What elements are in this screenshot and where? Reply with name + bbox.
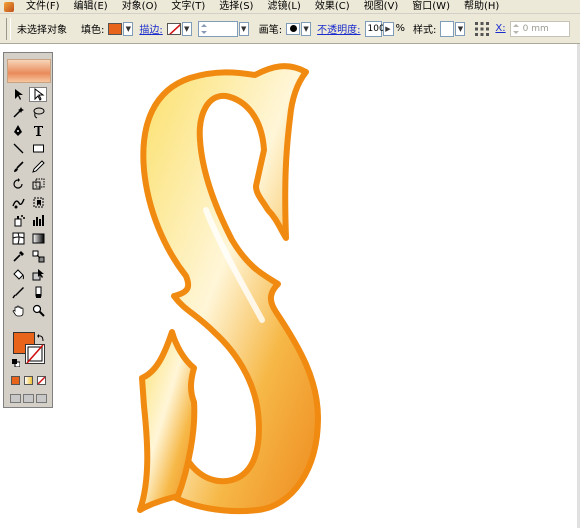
- x-position-input[interactable]: 0 mm: [509, 20, 570, 37]
- fill-dropdown-button[interactable]: ▼: [123, 21, 134, 36]
- stroke-weight-stepper[interactable]: [197, 20, 208, 37]
- menu-type[interactable]: 文字(T): [163, 0, 211, 14]
- mesh-tool-icon[interactable]: [9, 231, 27, 246]
- graphic-style-swatch[interactable]: [440, 20, 455, 37]
- stepper-arrows-icon: [200, 23, 207, 34]
- opacity-slider-button[interactable]: ▶: [382, 21, 394, 36]
- slice-tool-icon[interactable]: [9, 285, 27, 300]
- symbol-sprayer-tool-icon[interactable]: [9, 213, 27, 228]
- direct-selection-tool-icon[interactable]: [29, 87, 47, 102]
- default-fill-stroke-icon[interactable]: [12, 357, 21, 368]
- column-graph-tool-icon[interactable]: [29, 213, 47, 228]
- control-bar-grip[interactable]: [6, 17, 11, 40]
- reference-point-icon[interactable]: [475, 21, 490, 36]
- menu-effect[interactable]: 效果(C): [307, 0, 356, 14]
- none-slash-icon: [38, 377, 45, 384]
- rotate-tool-icon[interactable]: [9, 177, 27, 192]
- eraser-tool-icon[interactable]: [29, 285, 47, 300]
- zoom-tool-icon[interactable]: [29, 303, 47, 318]
- opacity-input[interactable]: 100: [364, 20, 385, 37]
- brush-label: 画笔:: [258, 25, 283, 36]
- x-stepper-arrows-icon: [512, 23, 519, 34]
- brush-dropdown-button[interactable]: ▼: [301, 21, 312, 36]
- graphic-style-dropdown[interactable]: ▼: [455, 21, 466, 36]
- scale-tool-icon[interactable]: [29, 177, 47, 192]
- gradient-mode-button[interactable]: [24, 376, 33, 385]
- line-segment-tool-icon[interactable]: [9, 141, 27, 156]
- brush-dot-icon: [289, 25, 297, 32]
- blend-tool-icon[interactable]: [29, 249, 47, 264]
- lasso-tool-icon[interactable]: [29, 105, 47, 120]
- menu-filter[interactable]: 滤镜(L): [259, 0, 306, 14]
- hand-tool-icon[interactable]: [9, 303, 27, 318]
- standard-screen-mode-button[interactable]: [10, 394, 21, 403]
- app-logo-icon: [4, 1, 14, 12]
- eyedropper-tool-icon[interactable]: [9, 249, 27, 264]
- stroke-color-box[interactable]: [25, 344, 45, 364]
- tools-panel: [3, 52, 53, 408]
- stroke-label-link[interactable]: 描边:: [139, 21, 162, 36]
- pen-tool-icon[interactable]: [9, 123, 27, 138]
- stroke-weight-dropdown[interactable]: ▼: [238, 21, 249, 36]
- live-paint-bucket-tool-icon[interactable]: [9, 267, 27, 282]
- x-position-label-link[interactable]: X:: [495, 23, 505, 34]
- stroke-swatch[interactable]: [166, 22, 181, 35]
- stroke-dropdown-button[interactable]: ▼: [181, 21, 192, 36]
- gradient-tool-icon[interactable]: [29, 231, 47, 246]
- style-label: 样式:: [413, 25, 437, 36]
- selection-tool-icon[interactable]: [9, 87, 27, 102]
- swap-fill-stroke-icon[interactable]: [37, 332, 45, 342]
- no-stroke-icon: [168, 23, 180, 34]
- type-tool-icon[interactable]: [29, 123, 47, 138]
- menu-view[interactable]: 视图(V): [356, 0, 405, 14]
- fill-swatch[interactable]: [108, 22, 123, 35]
- color-mode-button[interactable]: [11, 376, 20, 385]
- pencil-tool-icon[interactable]: [29, 159, 47, 174]
- magic-wand-tool-icon[interactable]: [9, 105, 27, 120]
- opacity-label-link[interactable]: 不透明度:: [317, 21, 360, 36]
- full-screen-menu-mode-button[interactable]: [23, 394, 34, 403]
- menu-object[interactable]: 对象(O): [114, 0, 164, 14]
- warp-tool-icon[interactable]: [9, 195, 27, 210]
- x-position-value: 0 mm: [522, 23, 549, 34]
- opacity-unit: %: [395, 23, 406, 34]
- stroke-weight-input[interactable]: [207, 20, 238, 37]
- free-transform-tool-icon[interactable]: [29, 195, 47, 210]
- menu-file[interactable]: 文件(F): [18, 0, 66, 14]
- menu-select[interactable]: 选择(S): [211, 0, 259, 14]
- paintbrush-tool-icon[interactable]: [9, 159, 27, 174]
- rectangle-tool-icon[interactable]: [29, 141, 47, 156]
- selection-status: 未选择对象: [17, 25, 67, 36]
- menu-bar: 文件(F) 编辑(E) 对象(O) 文字(T) 选择(S) 滤镜(L) 效果(C…: [0, 0, 580, 14]
- stroke-none-slash-icon: [26, 344, 44, 364]
- none-mode-button[interactable]: [37, 376, 46, 385]
- menu-window[interactable]: 窗口(W): [404, 0, 456, 14]
- brush-swatch[interactable]: [286, 22, 301, 35]
- toolbox-logo-icon[interactable]: [7, 59, 51, 83]
- letter-s-artwork[interactable]: [120, 55, 340, 525]
- live-paint-selection-tool-icon[interactable]: [29, 267, 47, 282]
- menu-edit[interactable]: 编辑(E): [66, 0, 114, 14]
- full-screen-mode-button[interactable]: [36, 394, 47, 403]
- menu-help[interactable]: 帮助(H): [456, 0, 505, 14]
- control-bar: 未选择对象 填色: ▼ 描边: ▼ ▼ 画笔: ▼ 不透明度: 100 ▶ % …: [0, 14, 580, 44]
- fill-label: 填色:: [81, 25, 105, 36]
